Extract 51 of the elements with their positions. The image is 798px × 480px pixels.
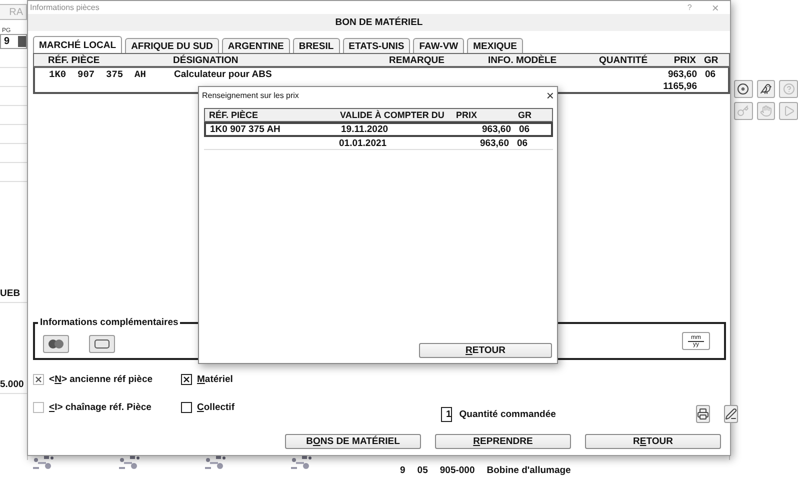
checkbox-label[interactable]: Collectif xyxy=(197,402,234,412)
column-header: GR xyxy=(517,110,532,120)
close-button[interactable]: × xyxy=(546,88,554,103)
table-cell: 905-000 xyxy=(440,464,475,476)
table-cell: 05 xyxy=(417,464,428,476)
tab[interactable]: MEXIQUE xyxy=(467,38,523,53)
table-cell-text: Calculateur pour ABS xyxy=(174,68,273,80)
tab[interactable]: ARGENTINE xyxy=(222,38,290,53)
print-icon[interactable] xyxy=(696,405,710,423)
column-header: PRIX xyxy=(456,110,478,120)
column-header: GR xyxy=(703,54,720,66)
column-header: RÉF. PIÈCE xyxy=(209,110,260,120)
table-cell-text: 1165,96 xyxy=(662,80,697,92)
group-title: Informations complémentaires xyxy=(38,317,180,328)
field-label: Quantité commandée xyxy=(459,408,556,420)
quantity-field[interactable]: 1 xyxy=(441,406,452,422)
checkbox-label[interactable]: Matériel xyxy=(197,374,233,384)
return-button[interactable]: RETOUR xyxy=(419,343,552,358)
column-header: VALIDE À COMPTER DU xyxy=(340,110,446,120)
column-header: QUANTITÉ xyxy=(599,54,649,66)
checkbox[interactable] xyxy=(181,402,192,412)
dropdown[interactable]: 9 xyxy=(0,34,27,49)
action-button[interactable]: RETOUR xyxy=(585,434,721,449)
tab[interactable]: MARCHÉ LOCAL xyxy=(33,36,122,53)
tab[interactable]: FAW-VW xyxy=(413,38,464,53)
table-cell: Bobine d'allumage xyxy=(486,464,571,476)
column-header: DÉSIGNATION xyxy=(173,54,240,66)
table-cell: 5.000 xyxy=(0,379,25,390)
table-cell-text: 963,60 xyxy=(666,68,697,80)
tab[interactable]: BRESIL xyxy=(292,38,340,53)
tab[interactable]: AFRIQUE DU SUD xyxy=(125,38,219,53)
table-cell: UEB xyxy=(0,288,22,299)
section-heading: BON DE MATÉRIEL xyxy=(335,17,423,28)
tab[interactable]: ETATS-UNIS xyxy=(342,38,410,53)
action-button[interactable]: BONS DE MATÉRIEL xyxy=(285,434,421,449)
column-header: REMARQUE xyxy=(389,54,446,66)
column-header: INFO. MODÈLE xyxy=(488,54,558,66)
table-cell-text: 1K0 907 375 AH xyxy=(49,68,147,80)
table-row[interactable]: 01.01.2021 963,60 06 xyxy=(204,138,553,150)
window-title: Informations pièces xyxy=(30,3,100,12)
action-button[interactable]: REPRENDRE xyxy=(435,434,571,449)
table-cell-text: 06 xyxy=(704,68,717,80)
column-header: RÉF. PIÈCE xyxy=(48,54,101,66)
column-header: PRIX xyxy=(672,54,696,66)
window-title: Renseignement sur les prix xyxy=(202,91,299,100)
edit-icon[interactable] xyxy=(724,405,738,423)
table-row[interactable]: 1K0 907 375 AH 19.11.2020 963,60 06 xyxy=(204,122,553,137)
table-cell: 9 xyxy=(400,464,406,476)
checkbox[interactable] xyxy=(181,374,192,384)
bird-icon[interactable] xyxy=(756,80,776,98)
coins-icon[interactable] xyxy=(43,335,69,353)
